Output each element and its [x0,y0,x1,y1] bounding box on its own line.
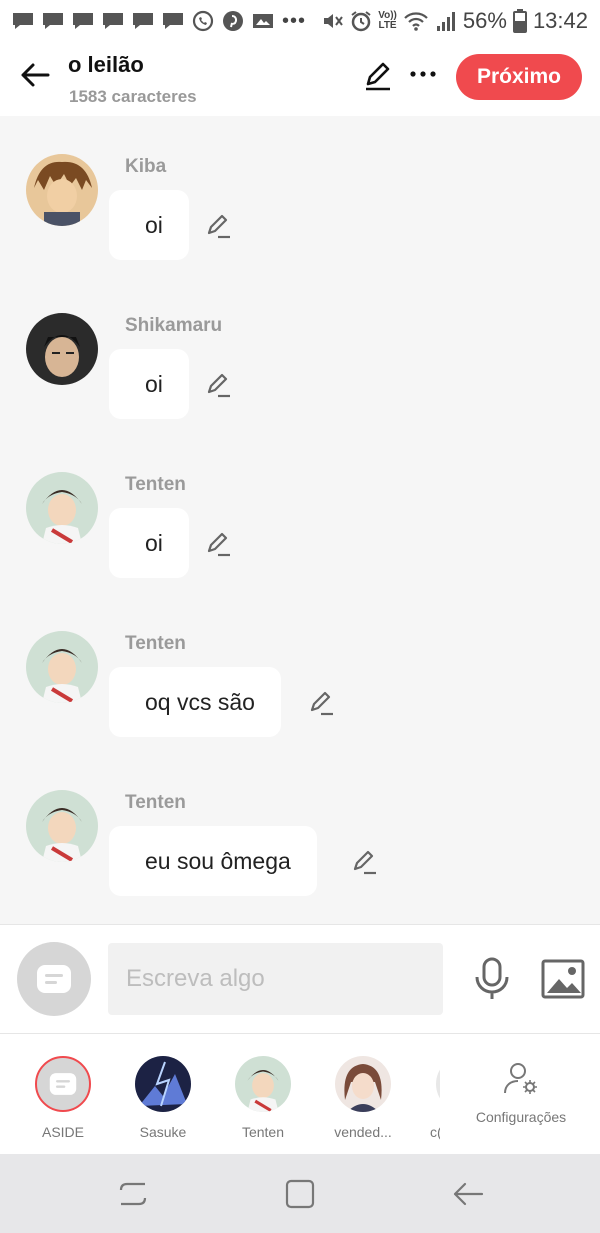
edit-message-icon[interactable] [205,530,233,558]
message-bubble[interactable]: eu sou ômega [109,826,317,896]
edit-message-icon[interactable] [351,848,379,876]
character-sasuke[interactable]: Sasuke [118,1056,208,1140]
avatar[interactable] [26,790,98,862]
avatar [335,1056,391,1112]
avatar[interactable] [26,313,98,385]
system-status: Vo)) LTE 56% 13:42 [322,8,588,34]
character-label: Tenten [241,1124,285,1140]
avatar [135,1056,191,1112]
character-label: vended... [334,1124,392,1140]
clock: 13:42 [532,8,588,33]
header: o leilão 1583 caracteres Próximo [0,42,600,116]
message-bubble[interactable]: oi [109,190,189,260]
message-icon [103,13,123,29]
character-label: c( [430,1124,440,1140]
message-item: Kiba oi [0,154,600,304]
character-vendedor[interactable]: vended... [318,1056,408,1140]
message-icon [133,13,153,29]
message-item: Tenten oi [0,472,600,622]
avatar[interactable] [26,472,98,544]
page-title: o leilão [68,52,144,77]
character-label: Sasuke [139,1124,187,1140]
message-icon [13,13,33,29]
message-bubble[interactable]: oi [109,349,189,419]
gallery-icon [253,14,273,28]
character-tenten[interactable]: Tenten [218,1056,308,1140]
signal-icon [436,12,455,31]
wifi-icon [404,12,428,31]
more-options-icon[interactable] [408,64,438,84]
character-aside[interactable]: ASIDE [18,1056,108,1140]
chat-bubble-icon [37,965,71,993]
sender-name: Kiba [125,156,167,177]
notification-icons: ••• [12,10,306,33]
message-icon [43,13,63,29]
sender-name: Shikamaru [125,315,223,336]
edit-message-icon[interactable] [205,212,233,240]
settings-label: Configurações [475,1109,567,1125]
user-settings-icon [504,1063,537,1094]
avatar[interactable] [26,631,98,703]
battery-icon [512,9,527,33]
narration-toggle-button[interactable] [17,942,91,1016]
settings-button[interactable]: Configurações [466,1060,576,1125]
edit-message-icon[interactable] [308,689,336,717]
home-icon[interactable] [282,1176,318,1212]
more-notifications-icon: ••• [282,9,307,32]
message-item: Shikamaru oi [0,313,600,463]
edit-pencil-icon[interactable] [362,60,394,92]
back-icon[interactable] [450,1176,486,1212]
avatar [235,1056,291,1112]
message-item: Tenten oq vcs são [0,631,600,781]
pinterest-icon [223,11,243,31]
character-strip: ASIDE Sasuke Tenten vended... c( Configu… [0,1034,600,1154]
avatar [35,1056,91,1112]
chat-bubble-icon [49,1073,77,1095]
message-input[interactable] [108,943,443,1015]
message-bubble[interactable]: oq vcs são [109,667,281,737]
whatsapp-icon [192,10,214,32]
system-navigation-bar [0,1154,600,1233]
status-bar: ••• Vo)) LTE 56% 13:42 [0,0,600,42]
character-label: ASIDE [41,1124,84,1140]
message-icon [163,13,183,29]
battery-percent: 56% [462,8,507,33]
recent-apps-icon[interactable] [115,1176,151,1212]
avatar[interactable] [26,154,98,226]
message-list: Kiba oi Shikamaru oi Tenten oi Tenten oq… [0,116,600,924]
message-item: Tenten eu sou ômega [0,790,600,940]
sender-name: Tenten [125,792,186,813]
mute-icon [324,14,343,28]
next-button[interactable]: Próximo [456,54,582,100]
sender-name: Tenten [125,474,186,495]
back-arrow-icon[interactable] [18,58,52,92]
message-icon [73,13,93,29]
volte-indicator: Vo)) LTE [378,10,397,31]
character-partial[interactable]: c( [408,1056,440,1140]
sender-name: Tenten [125,633,186,654]
message-composer [0,924,600,1034]
character-count: 1583 caracteres [69,87,197,106]
alarm-icon [351,11,371,32]
avatar [436,1056,440,1112]
message-bubble[interactable]: oi [109,508,189,578]
image-icon[interactable] [541,959,585,999]
edit-message-icon[interactable] [205,371,233,399]
microphone-icon[interactable] [472,957,512,1001]
